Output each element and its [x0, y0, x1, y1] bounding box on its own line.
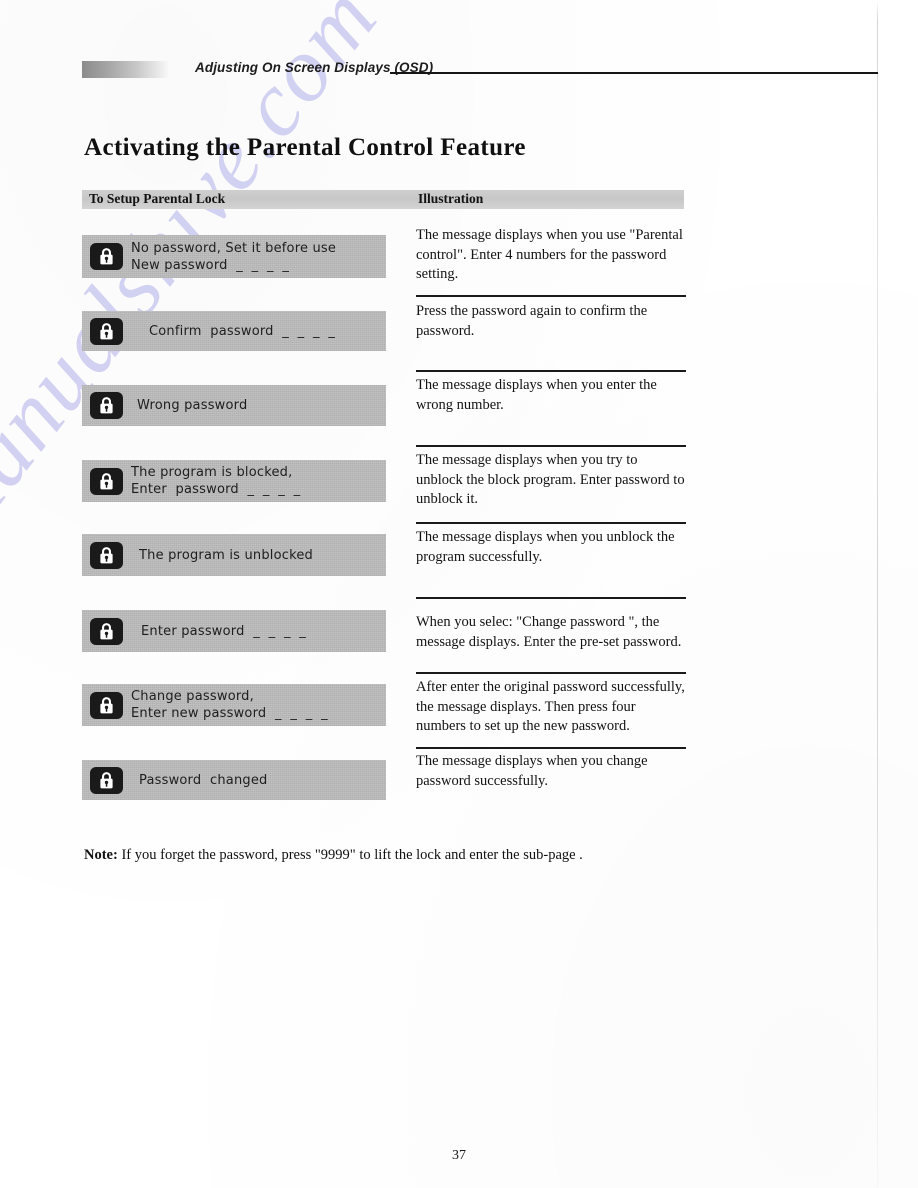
cell-divider	[416, 597, 686, 599]
osd-line-1: Change password,	[131, 689, 254, 704]
cell-divider	[416, 747, 686, 749]
osd-text: Enter password _ _ _ _	[141, 623, 307, 639]
cell-divider	[416, 672, 686, 674]
osd-text: No password, Set it before use New passwo…	[131, 240, 336, 274]
illustration-text: The message displays when you try to unb…	[416, 452, 685, 507]
note-label: Note:	[84, 847, 118, 863]
cell-divider	[416, 522, 686, 524]
osd-line-1: No password, Set it before use	[131, 240, 337, 256]
cell-divider	[416, 445, 686, 447]
cell-divider	[416, 370, 686, 372]
osd-text: Wrong password	[137, 398, 248, 413]
note-text: If you forget the password, press "9999"…	[117, 847, 583, 863]
osd-line-2: Enter new password _ _ _ _	[131, 706, 328, 721]
osd-message-box: Change password, Enter new password _ _ _…	[82, 684, 386, 726]
page-title: Activating the Parental Control Feature	[84, 134, 526, 161]
page-edge-shadow	[877, 0, 878, 1188]
header-rule	[390, 72, 878, 74]
padlock-icon	[90, 541, 123, 569]
osd-text: The program is blocked, Enter password _ …	[131, 464, 300, 498]
osd-message-box: Wrong password	[82, 385, 386, 426]
note-block: Note: If you forget the password, press …	[84, 845, 784, 865]
header-gradient-swatch	[82, 61, 168, 78]
osd-text: Password changed	[139, 772, 268, 788]
osd-line-2: New password _ _ _ _	[131, 257, 290, 273]
padlock-icon	[90, 243, 123, 270]
osd-message-box: Password changed	[82, 760, 386, 800]
column-header-illustration: Illustration	[418, 191, 484, 206]
illustration-text: After enter the original password succes…	[416, 679, 685, 734]
column-header-setup: To Setup Parental Lock	[89, 191, 226, 206]
osd-text: Change password, Enter new password _ _ _…	[131, 688, 328, 722]
osd-message-box: The program is unblocked	[82, 534, 386, 576]
paper-texture	[0, 0, 918, 1188]
padlock-icon	[90, 691, 123, 719]
osd-text: The program is unblocked	[139, 547, 314, 563]
illustration-text: Press the password again to confirm the …	[416, 303, 648, 339]
osd-text: Confirm password _ _ _ _	[149, 323, 336, 339]
page-number: 37	[452, 1148, 466, 1163]
osd-message-box: Confirm password _ _ _ _	[82, 311, 386, 351]
padlock-icon	[90, 467, 123, 495]
padlock-icon	[90, 766, 123, 794]
illustration-text: The message displays when you use "Paren…	[416, 227, 683, 282]
illustration-text: The message displays when you enter the …	[416, 377, 657, 413]
cell-divider	[416, 295, 686, 297]
osd-message-box: No password, Set it before use New passwo…	[82, 235, 386, 278]
osd-message-box: The program is blocked, Enter password _ …	[82, 460, 386, 502]
document-page: manualshive.com Adjusting On Screen Disp…	[0, 0, 918, 1188]
osd-line-1: The program is blocked,	[131, 465, 293, 480]
padlock-icon	[90, 317, 123, 345]
illustration-text: When you selec: "Change password ", the …	[416, 614, 682, 650]
illustration-text: The message displays when you change pas…	[416, 753, 648, 789]
illustration-text: The message displays when you unblock th…	[416, 529, 675, 565]
osd-line-2: Enter password _ _ _ _	[131, 482, 301, 497]
padlock-icon	[90, 617, 123, 645]
padlock-icon	[90, 392, 123, 419]
osd-message-box: Enter password _ _ _ _	[82, 610, 386, 652]
